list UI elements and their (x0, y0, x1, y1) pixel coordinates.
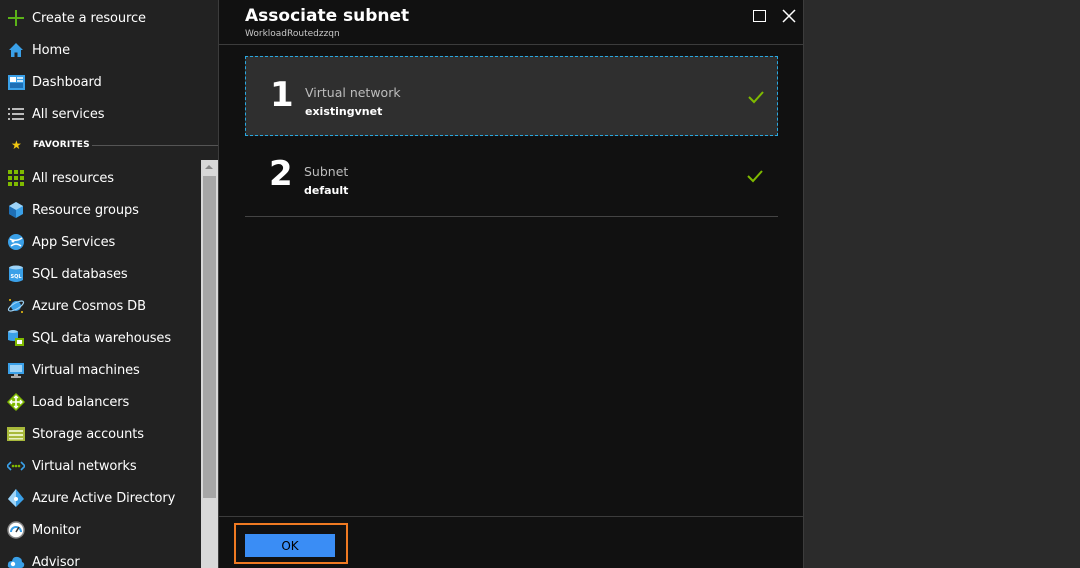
sidebar-item-monitor[interactable]: Monitor (0, 514, 200, 546)
sidebar-item-label: Monitor (32, 522, 81, 538)
create-resource-button[interactable]: Create a resource (0, 2, 200, 34)
step-value: existingvnet (305, 105, 383, 118)
storage-icon (7, 425, 25, 443)
vnet-icon (7, 457, 25, 475)
create-resource-label: Create a resource (32, 10, 146, 26)
sidebar-item-dashboard[interactable]: Dashboard (0, 66, 200, 98)
sidebar-item-label: SQL data warehouses (32, 330, 172, 346)
footer-divider (219, 516, 803, 517)
star-icon: ★ (11, 138, 22, 152)
cloud-icon (7, 553, 25, 568)
dashboard-icon (7, 73, 25, 91)
sidebar-item-app-services[interactable]: App Services (0, 226, 200, 258)
sidebar-item-virtual-networks[interactable]: Virtual networks (0, 450, 200, 482)
sidebar-item-azure-cosmos-db[interactable]: Azure Cosmos DB (0, 290, 200, 322)
sidebar-item-label: Home (32, 42, 70, 58)
aad-icon (7, 489, 25, 507)
sidebar-item-advisor[interactable]: Advisor (0, 546, 200, 568)
divider (92, 145, 218, 146)
sidebar-item-label: Load balancers (32, 394, 130, 410)
sidebar-item-sql-databases[interactable]: SQL SQL databases (0, 258, 200, 290)
sidebar-item-label: Virtual networks (32, 458, 137, 474)
maximize-button[interactable] (753, 10, 766, 22)
scroll-up-arrow-icon[interactable] (205, 165, 213, 169)
sidebar-item-label: Storage accounts (32, 426, 144, 442)
ok-button[interactable]: OK (245, 534, 335, 557)
gauge-icon (7, 521, 25, 539)
sidebar-item-all-resources[interactable]: All resources (0, 162, 200, 194)
globe-icon (7, 233, 25, 251)
sidebar-item-storage-accounts[interactable]: Storage accounts (0, 418, 200, 450)
sidebar-item-virtual-machines[interactable]: Virtual machines (0, 354, 200, 386)
planet-icon (7, 297, 25, 315)
grid-icon (7, 169, 25, 187)
sidebar-item-label: Dashboard (32, 74, 102, 90)
sidebar-item-label: SQL databases (32, 266, 128, 282)
header-divider (219, 44, 803, 45)
checkmark-icon (748, 89, 764, 104)
sidebar: Create a resource Home Dashboard All ser… (0, 0, 218, 568)
sidebar-item-label: All services (32, 106, 105, 122)
sidebar-item-label: Virtual machines (32, 362, 140, 378)
sidebar-item-label: Azure Cosmos DB (32, 298, 146, 314)
plus-icon (7, 9, 25, 27)
sidebar-item-label: Resource groups (32, 202, 139, 218)
favorites-header: ★ FAVORITES (0, 137, 218, 153)
sidebar-item-sql-data-warehouses[interactable]: SQL data warehouses (0, 322, 200, 354)
diamond-arrows-icon (7, 393, 25, 411)
step-title: Virtual network (305, 85, 401, 100)
sidebar-item-label: Advisor (32, 554, 80, 568)
step-subnet[interactable]: 2 Subnet default (245, 136, 778, 216)
sidebar-item-label: All resources (32, 170, 114, 186)
sidebar-item-home[interactable]: Home (0, 34, 200, 66)
checkmark-icon (747, 168, 763, 183)
sidebar-item-load-balancers[interactable]: Load balancers (0, 386, 200, 418)
monitor-icon (7, 361, 25, 379)
sidebar-item-label: App Services (32, 234, 116, 250)
blade-subtitle: WorkloadRoutedzzqn (245, 29, 340, 39)
sidebar-item-azure-active-directory[interactable]: Azure Active Directory (0, 482, 200, 514)
sidebar-item-all-services[interactable]: All services (0, 98, 200, 130)
associate-subnet-blade: Associate subnet WorkloadRoutedzzqn 1 Vi… (218, 0, 804, 568)
step-divider (245, 216, 778, 217)
svg-text:SQL: SQL (10, 274, 22, 280)
blade-title: Associate subnet (245, 6, 410, 26)
sidebar-item-label: Azure Active Directory (32, 490, 176, 506)
sql-icon: SQL (7, 265, 25, 283)
step-number: 1 (270, 75, 294, 115)
step-number: 2 (269, 154, 293, 194)
scrollbar-thumb[interactable] (203, 176, 216, 498)
list-icon (7, 105, 25, 123)
home-icon (7, 41, 25, 59)
step-title: Subnet (304, 164, 349, 179)
close-icon (782, 9, 796, 23)
sidebar-item-resource-groups[interactable]: Resource groups (0, 194, 200, 226)
step-value: default (304, 184, 349, 197)
sidebar-scrollbar[interactable] (201, 160, 218, 568)
step-virtual-network[interactable]: 1 Virtual network existingvnet (245, 56, 778, 136)
close-button[interactable] (781, 8, 797, 24)
cube-icon (7, 201, 25, 219)
favorites-label: FAVORITES (33, 140, 90, 150)
warehouse-icon (7, 329, 25, 347)
